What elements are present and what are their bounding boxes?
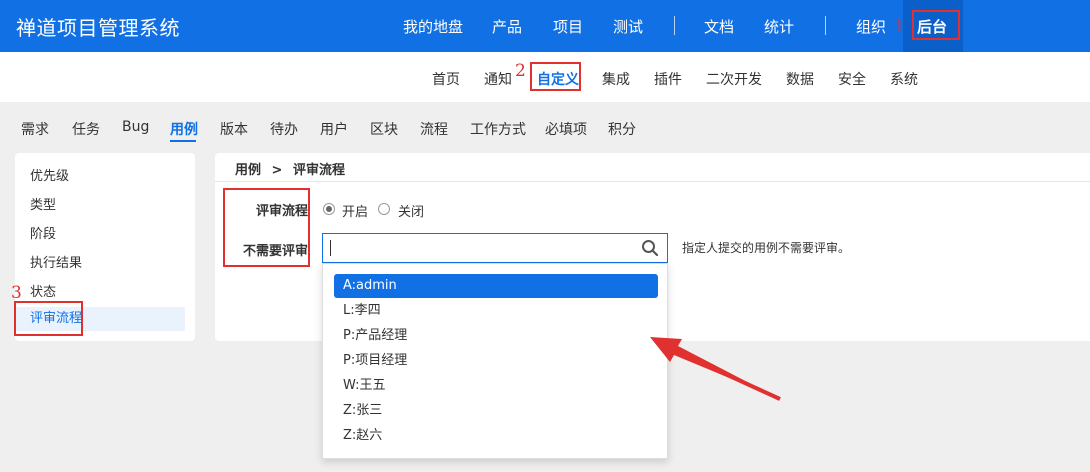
nav-divider [674,16,675,35]
field-hint: 指定人提交的用例不需要评审。 [682,241,851,255]
subnav-integration[interactable]: 集成 [602,69,630,89]
nav-product[interactable]: 产品 [492,16,522,37]
user-dropdown: A:admin L:李四 P:产品经理 P:项目经理 W:王五 Z:张三 Z:赵… [322,263,668,459]
dropdown-option[interactable]: Z:赵六 [334,424,658,448]
breadcrumb: 用例 > 评审流程 [235,159,345,178]
sidebar-item-status[interactable]: 状态 [30,281,56,300]
breadcrumb-current: 评审流程 [292,163,345,178]
sidebar-item-result[interactable]: 执行结果 [30,252,82,271]
dropdown-option[interactable]: P:项目经理 [334,349,658,373]
annotation-box-admin [912,10,960,40]
tab-required[interactable]: 必填项 [545,119,587,139]
divider [215,181,1090,182]
tab-task[interactable]: 任务 [72,119,100,139]
app-title: 禅道项目管理系统 [16,16,180,40]
sidebar-item-type[interactable]: 类型 [30,194,56,213]
text-caret [330,240,331,256]
tab-user[interactable]: 用户 [320,119,348,139]
annotation-number-1: 1 [894,17,905,37]
tab-score[interactable]: 积分 [608,119,636,139]
subnav-dev[interactable]: 二次开发 [706,69,762,89]
nav-stats[interactable]: 统计 [764,16,794,37]
tab-flow[interactable]: 流程 [420,119,448,139]
annotation-box-custom [530,62,581,91]
search-icon[interactable] [641,239,659,257]
subnav-system[interactable]: 系统 [890,69,918,89]
tab-block[interactable]: 区块 [370,119,398,139]
sidebar-item-stage[interactable]: 阶段 [30,223,56,242]
radio-off[interactable] [378,203,390,215]
annotation-box-review [14,301,83,336]
subnav-data[interactable]: 数据 [786,69,814,89]
dropdown-option[interactable]: P:产品经理 [334,324,658,348]
nav-org[interactable]: 组织 [856,16,886,37]
tab-testcase[interactable]: 用例 [170,119,198,139]
custom-tabs: 需求 任务 Bug 用例 版本 待办 用户 区块 流程 工作方式 必填项 积分 [0,102,1090,150]
tab-todo[interactable]: 待办 [270,119,298,139]
sidebar-item-priority[interactable]: 优先级 [30,165,69,184]
radio-on[interactable] [323,203,335,215]
annotation-number-2: 2 [515,61,526,81]
radio-on-label[interactable]: 开启 [342,201,368,220]
tab-active-indicator [170,140,196,142]
annotation-box-form [223,188,310,267]
breadcrumb-parent[interactable]: 用例 [235,163,261,178]
nav-test[interactable]: 测试 [613,16,643,37]
dropdown-option[interactable]: W:王五 [334,374,658,398]
annotation-number-3: 3 [11,283,22,303]
user-search-input[interactable] [322,233,668,263]
dropdown-option[interactable]: L:李四 [334,299,658,323]
dropdown-option[interactable]: Z:张三 [334,399,658,423]
radio-off-label[interactable]: 关闭 [398,201,424,220]
tab-workmode[interactable]: 工作方式 [470,119,526,139]
nav-my-dashboard[interactable]: 我的地盘 [403,16,463,37]
tab-story[interactable]: 需求 [21,119,49,139]
tab-bug[interactable]: Bug [122,119,149,135]
dropdown-option[interactable]: A:admin [334,274,658,298]
nav-project[interactable]: 项目 [553,16,583,37]
subnav-plugins[interactable]: 插件 [654,69,682,89]
nav-doc[interactable]: 文档 [704,16,734,37]
subnav-notify[interactable]: 通知 [484,69,512,89]
subnav-security[interactable]: 安全 [838,69,866,89]
breadcrumb-separator: > [271,163,283,178]
subnav-home[interactable]: 首页 [432,69,460,89]
tab-build[interactable]: 版本 [220,119,248,139]
nav-divider [825,16,826,35]
